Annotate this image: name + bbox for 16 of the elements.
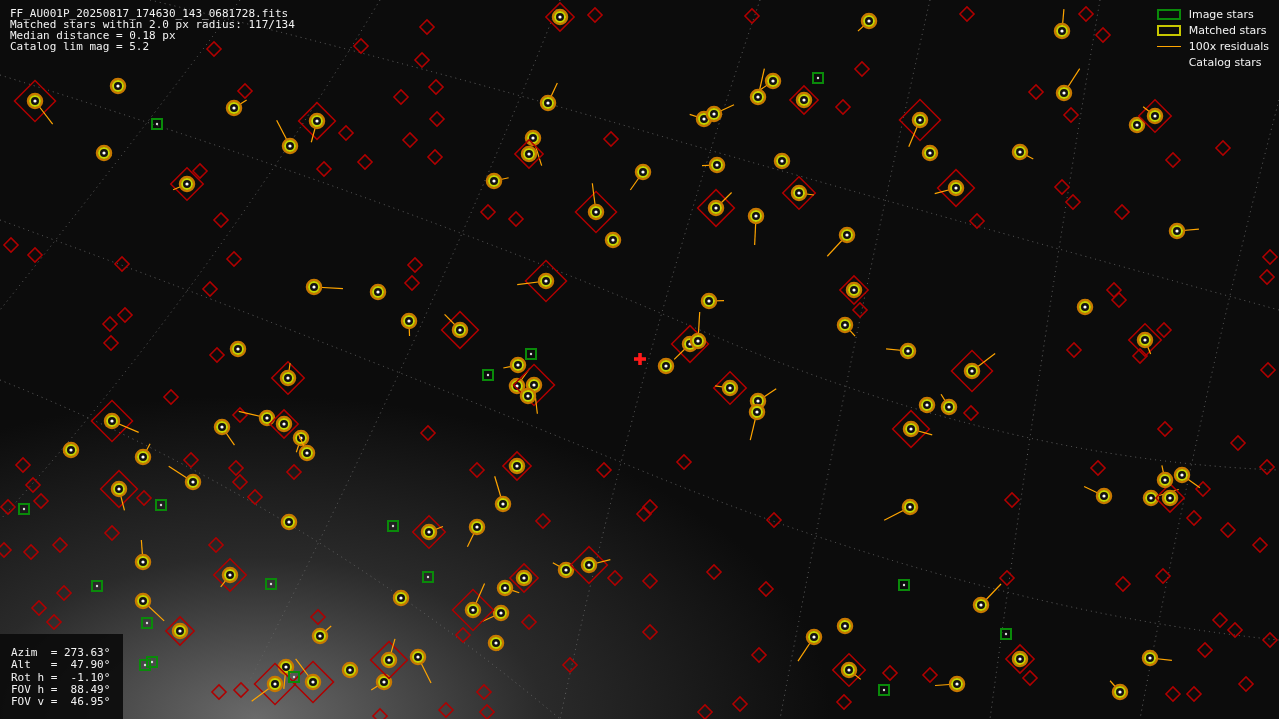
- pointing-text: FOV v = 46.95°: [11, 696, 111, 709]
- pointing-text: Alt = 47.90°: [11, 659, 111, 672]
- legend-label: Catalog stars: [1188, 56, 1262, 69]
- legend-label: 100x residuals: [1188, 40, 1269, 53]
- pointing-text: FOV h = 88.49°: [11, 683, 111, 697]
- header-text: Median distance = 0.18 px: [10, 30, 176, 41]
- square-outline-icon: [1156, 9, 1181, 20]
- header-text: Catalog lim mag = 5.2: [10, 41, 150, 52]
- square-outline-icon: [1156, 25, 1181, 36]
- header-text: FF_AU001P_20250817_174630_143_0681728.fits: [10, 8, 289, 19]
- legend-label: Matched stars: [1188, 24, 1267, 37]
- legend-label: Image stars: [1188, 8, 1254, 21]
- header-text: Matched stars within 2.0 px radius: 117/134: [10, 19, 295, 30]
- line-icon: [1156, 45, 1181, 48]
- pointing-text: Rot h = -1.10°: [11, 671, 111, 684]
- pointing-text: Azim = 273.63°: [11, 647, 111, 660]
